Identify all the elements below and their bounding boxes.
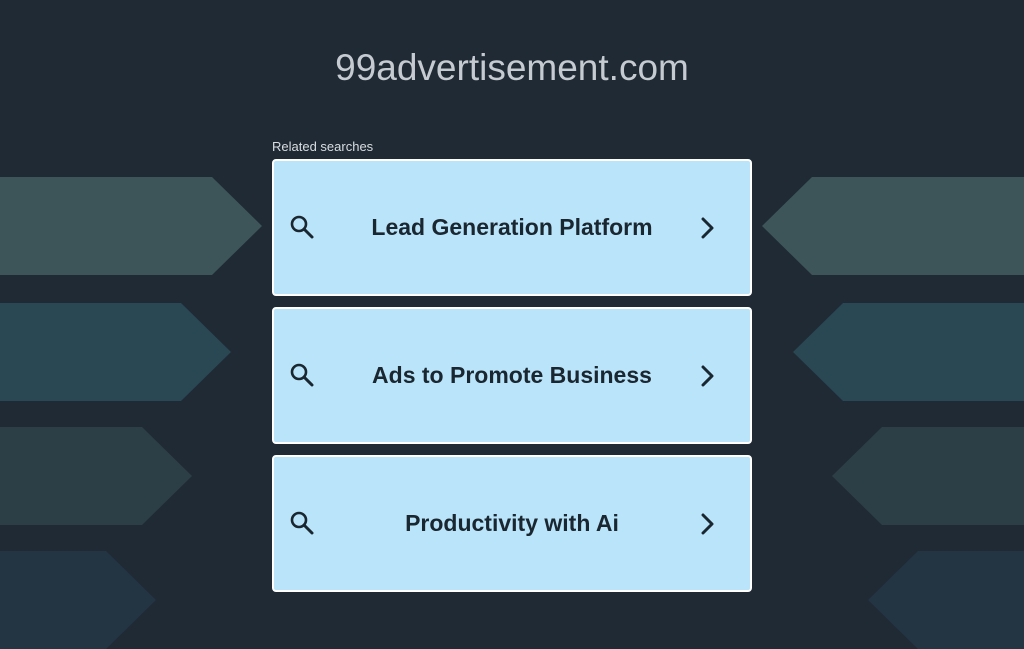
search-icon bbox=[290, 511, 314, 535]
chevron-right-icon bbox=[701, 513, 714, 535]
related-search-label: Lead Generation Platform bbox=[371, 214, 653, 240]
search-icon bbox=[290, 363, 314, 387]
chevron-right-icon bbox=[701, 365, 714, 387]
decor-arrow-left-4 bbox=[0, 551, 156, 649]
decor-arrow-right-2 bbox=[793, 303, 1024, 401]
decor-arrow-right-3 bbox=[832, 427, 1024, 525]
chevron-right-icon bbox=[701, 217, 714, 239]
related-search-item-2[interactable]: Ads to Promote Business bbox=[272, 307, 752, 444]
site-title: 99advertisement.com bbox=[335, 47, 689, 88]
decor-arrow-left-2 bbox=[0, 303, 231, 401]
related-searches-label: Related searches bbox=[272, 139, 374, 154]
related-search-label: Ads to Promote Business bbox=[372, 362, 652, 388]
related-search-label: Productivity with Ai bbox=[405, 510, 619, 536]
decor-arrow-right-4 bbox=[868, 551, 1024, 649]
decor-arrow-right-1 bbox=[762, 177, 1024, 275]
search-icon bbox=[290, 215, 314, 239]
decor-arrow-left-3 bbox=[0, 427, 192, 525]
related-search-item-1[interactable]: Lead Generation Platform bbox=[272, 159, 752, 296]
decor-arrow-left-1 bbox=[0, 177, 262, 275]
related-search-item-3[interactable]: Productivity with Ai bbox=[272, 455, 752, 592]
